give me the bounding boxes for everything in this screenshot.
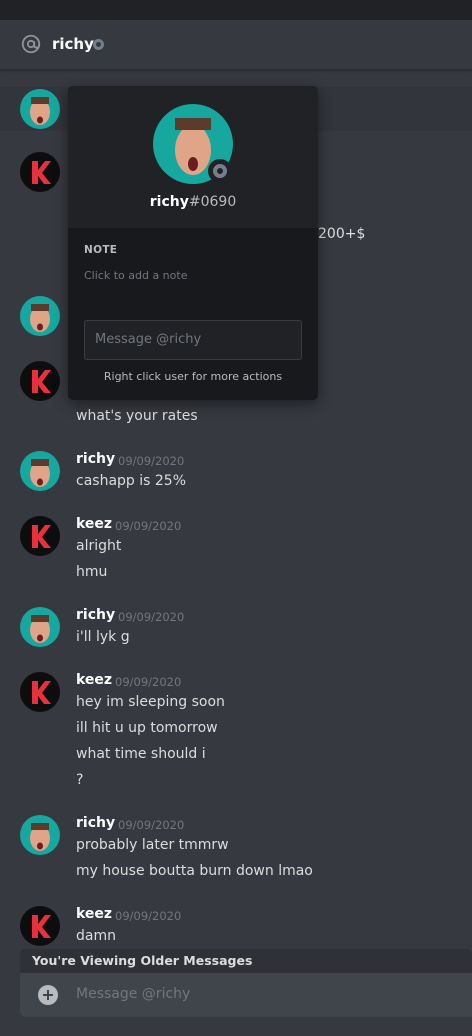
- message-text: what's your rates: [76, 408, 198, 424]
- avatar-keez[interactable]: [20, 152, 60, 192]
- message-timestamp: 09/09/2020: [115, 675, 182, 689]
- avatar-richy[interactable]: [20, 451, 60, 491]
- message-text: what time should i: [76, 746, 206, 762]
- message-text: hmu: [76, 564, 108, 580]
- message-author[interactable]: richy: [76, 607, 115, 623]
- message-timestamp: 09/09/2020: [118, 454, 185, 468]
- header-username[interactable]: richy: [52, 35, 94, 53]
- avatar-keez[interactable]: [20, 361, 60, 401]
- message-text: 200+$: [318, 226, 366, 242]
- message-text: cashapp is 25%: [76, 473, 186, 489]
- message-text: hey im sleeping soon: [76, 694, 225, 710]
- add-attachment-icon[interactable]: [38, 985, 58, 1005]
- popout-username: richy#0690: [68, 194, 318, 210]
- message-timestamp: 09/09/2020: [115, 909, 182, 923]
- older-messages-banner[interactable]: You're Viewing Older Messages: [20, 949, 472, 973]
- message-text: damn: [76, 928, 116, 944]
- popout-message-input[interactable]: Message @richy: [84, 320, 302, 360]
- message-timestamp: 09/09/2020: [115, 519, 182, 533]
- popout-username-name: richy: [149, 194, 189, 210]
- avatar-richy[interactable]: [20, 296, 60, 336]
- message-text: ill hit u up tomorrow: [76, 720, 218, 736]
- message-author[interactable]: keez: [76, 672, 112, 688]
- avatar-richy[interactable]: [20, 607, 60, 647]
- note-heading: NOTE: [84, 244, 118, 256]
- popout-discriminator: #0690: [188, 194, 237, 210]
- message-text: probably later tmmrw: [76, 837, 229, 853]
- message-text: i'll lyk g: [76, 629, 130, 645]
- message-timestamp: 09/09/2020: [118, 610, 185, 624]
- avatar-keez[interactable]: [20, 516, 60, 556]
- avatar-richy[interactable]: [20, 89, 60, 129]
- composer-placeholder: Message @richy: [76, 986, 191, 1002]
- popout-hint: Right click user for more actions: [103, 370, 283, 383]
- message-timestamp: 09/09/2020: [118, 818, 185, 832]
- message-author[interactable]: keez: [76, 906, 112, 922]
- user-popout: richy#0690 NOTE Click to add a note Mess…: [68, 86, 318, 400]
- avatar-richy[interactable]: [20, 815, 60, 855]
- at-icon: [21, 34, 41, 54]
- offline-status-icon: [93, 39, 104, 50]
- message-composer[interactable]: Message @richy: [20, 973, 472, 1017]
- title-strip: [0, 0, 472, 20]
- message-text: alright: [76, 538, 122, 554]
- message-text: ?: [76, 772, 84, 788]
- channel-header: richy: [0, 20, 472, 70]
- avatar-keez[interactable]: [20, 672, 60, 712]
- message-author[interactable]: richy: [76, 815, 115, 831]
- message-author[interactable]: keez: [76, 516, 112, 532]
- message-author[interactable]: richy: [76, 451, 115, 467]
- offline-status-icon: [208, 159, 232, 183]
- avatar-keez[interactable]: [20, 906, 60, 946]
- note-input[interactable]: Click to add a note: [84, 269, 187, 282]
- message-text: my house boutta burn down lmao: [76, 863, 313, 879]
